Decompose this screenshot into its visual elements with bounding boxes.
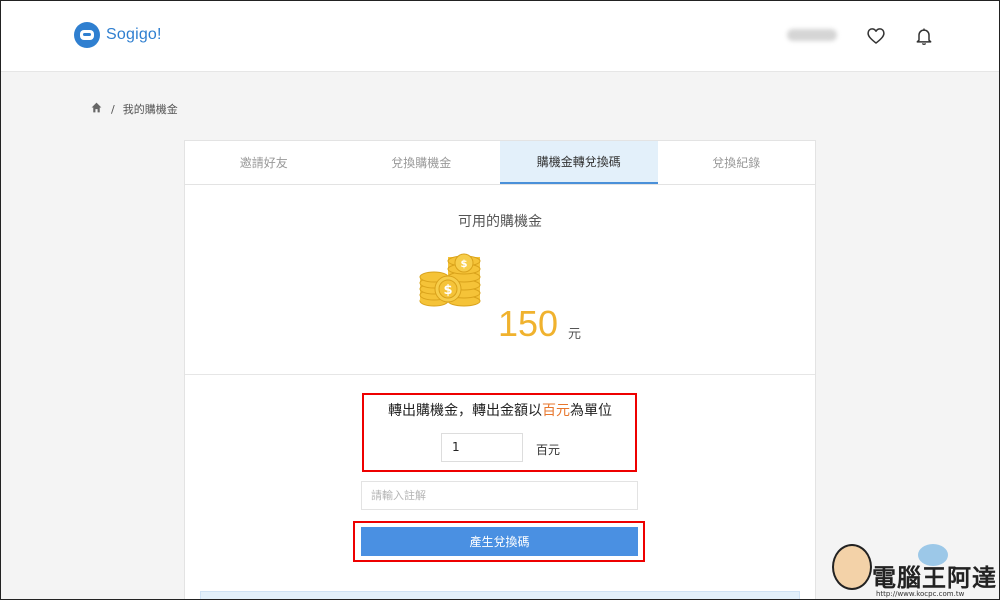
breadcrumb-current: 我的購機金	[122, 103, 178, 116]
transfer-amount-unit: 百元	[536, 443, 561, 457]
logo-icon	[74, 22, 100, 48]
mascot-icon	[832, 544, 872, 590]
heart-icon[interactable]	[866, 26, 886, 46]
logo[interactable]: Sogigo!	[74, 22, 162, 48]
balance-section: 可用的購機金 $ $ 150 元	[185, 185, 815, 375]
bell-icon[interactable]	[914, 26, 934, 46]
svg-text:$: $	[443, 283, 452, 298]
breadcrumb: / 我的購機金	[90, 101, 178, 117]
breadcrumb-separator: /	[111, 102, 115, 116]
logo-text: Sogigo!	[106, 26, 162, 43]
balance-amount: 150	[498, 303, 559, 344]
transfer-amount-input[interactable]: 1	[441, 433, 523, 462]
transfer-instruction-prefix: 轉出購機金，轉出金額以	[388, 403, 542, 419]
coins-icon: $ $	[419, 253, 481, 307]
watermark-url: http://www.kocpc.com.tw	[876, 590, 965, 598]
svg-text:$: $	[461, 259, 468, 270]
tab-invite-friends[interactable]: 邀請好友	[185, 141, 343, 184]
note-input[interactable]	[361, 481, 638, 510]
tab-redeem-credit[interactable]: 兌換購機金	[343, 141, 501, 184]
site-header: Sogigo!	[0, 0, 1000, 72]
watermark: 電腦王阿達 http://www.kocpc.com.tw	[832, 530, 1000, 600]
transfer-instruction-suffix: 為單位	[570, 403, 612, 419]
blurred-username[interactable]	[787, 29, 837, 41]
tab-redeem-history[interactable]: 兌換紀錄	[658, 141, 816, 184]
transfer-instruction-highlight: 百元	[542, 403, 570, 419]
balance-unit: 元	[568, 327, 582, 342]
generate-code-button[interactable]: 產生兌換碼	[361, 527, 638, 556]
tab-credit-to-code[interactable]: 購機金轉兌換碼	[500, 141, 658, 184]
tab-bar: 邀請好友 兌換購機金 購機金轉兌換碼 兌換紀錄	[185, 141, 815, 185]
info-strip	[200, 591, 800, 600]
transfer-instruction: 轉出購機金，轉出金額以百元為單位	[184, 400, 816, 420]
watermark-text: 電腦王阿達	[872, 564, 997, 592]
balance-title: 可用的購機金	[458, 214, 542, 230]
home-icon[interactable]	[90, 101, 103, 117]
